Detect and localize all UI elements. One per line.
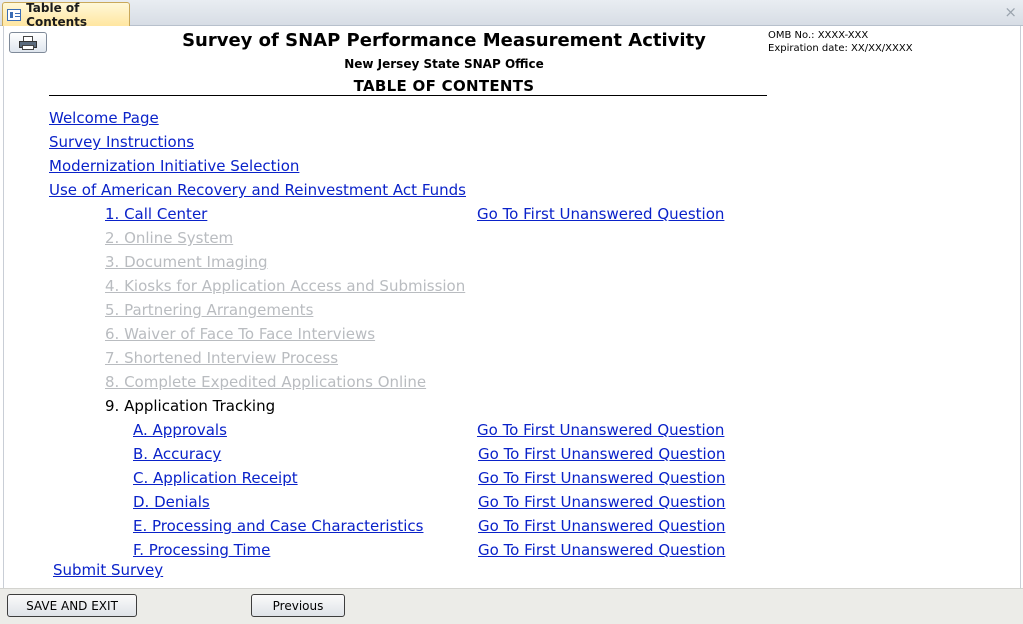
initiative-waiver-face-to-face: 6. Waiver of Face To Face Interviews [105,325,376,343]
page-title: Survey of SNAP Performance Measurement A… [182,30,706,51]
goto-unanswered-processing-time[interactable]: Go To First Unanswered Question [478,541,725,559]
initiative-kiosks: 4. Kiosks for Application Access and Sub… [105,277,466,295]
link-modernization-selection[interactable]: Modernization Initiative Selection [49,157,299,175]
goto-unanswered-accuracy[interactable]: Go To First Unanswered Question [478,445,725,463]
footer-bar: SAVE AND EXIT Previous [0,588,1023,624]
previous-button[interactable]: Previous [251,594,345,617]
form-icon [7,8,22,21]
link-welcome-page[interactable]: Welcome Page [49,109,159,127]
link-survey-instructions[interactable]: Survey Instructions [49,133,194,151]
link-sub-application-receipt[interactable]: C. Application Receipt [133,469,298,487]
initiative-online-system: 2. Online System [105,229,234,247]
goto-unanswered-processing-case[interactable]: Go To First Unanswered Question [478,517,725,535]
goto-unanswered-approvals[interactable]: Go To First Unanswered Question [477,421,724,439]
form-body: Survey of SNAP Performance Measurement A… [3,26,1021,588]
link-arra-funds[interactable]: Use of American Recovery and Reinvestmen… [49,181,466,199]
link-submit-survey[interactable]: Submit Survey [53,561,163,579]
initiative-document-imaging: 3. Document Imaging [105,253,268,271]
link-sub-processing-case[interactable]: E. Processing and Case Characteristics [133,517,424,535]
initiative-application-tracking: 9. Application Tracking [105,397,276,415]
tab-table-of-contents[interactable]: Table of Contents [2,0,130,29]
link-initiative-call-center[interactable]: 1. Call Center [105,205,207,223]
tab-label: Table of Contents [26,0,88,29]
goto-unanswered-call-center[interactable]: Go To First Unanswered Question [477,205,724,223]
goto-unanswered-application-receipt[interactable]: Go To First Unanswered Question [478,469,725,487]
omb-number: OMB No.: XXXX-XXX [768,30,869,41]
toc-heading: TABLE OF CONTENTS [353,77,535,95]
omb-info: OMB No.: XXXX-XXX Expiration date: XX/XX… [768,29,913,55]
link-sub-approvals[interactable]: A. Approvals [133,421,227,439]
goto-unanswered-denials[interactable]: Go To First Unanswered Question [478,493,725,511]
initiative-partnering: 5. Partnering Arrangements [105,301,314,319]
link-sub-processing-time[interactable]: F. Processing Time [133,541,270,559]
link-sub-accuracy[interactable]: B. Accuracy [133,445,221,463]
initiative-expedited-online: 8. Complete Expedited Applications Onlin… [105,373,427,391]
initiative-shortened-interview: 7. Shortened Interview Process [105,349,339,367]
close-icon[interactable]: × [1004,4,1017,20]
save-and-exit-button[interactable]: SAVE AND EXIT [7,594,137,617]
link-sub-denials[interactable]: D. Denials [133,493,210,511]
page-subtitle: New Jersey State SNAP Office [344,57,544,71]
expiration-date: Expiration date: XX/XX/XXXX [768,43,913,54]
heading-divider [49,95,767,96]
tab-strip: Table of Contents × [0,0,1023,29]
